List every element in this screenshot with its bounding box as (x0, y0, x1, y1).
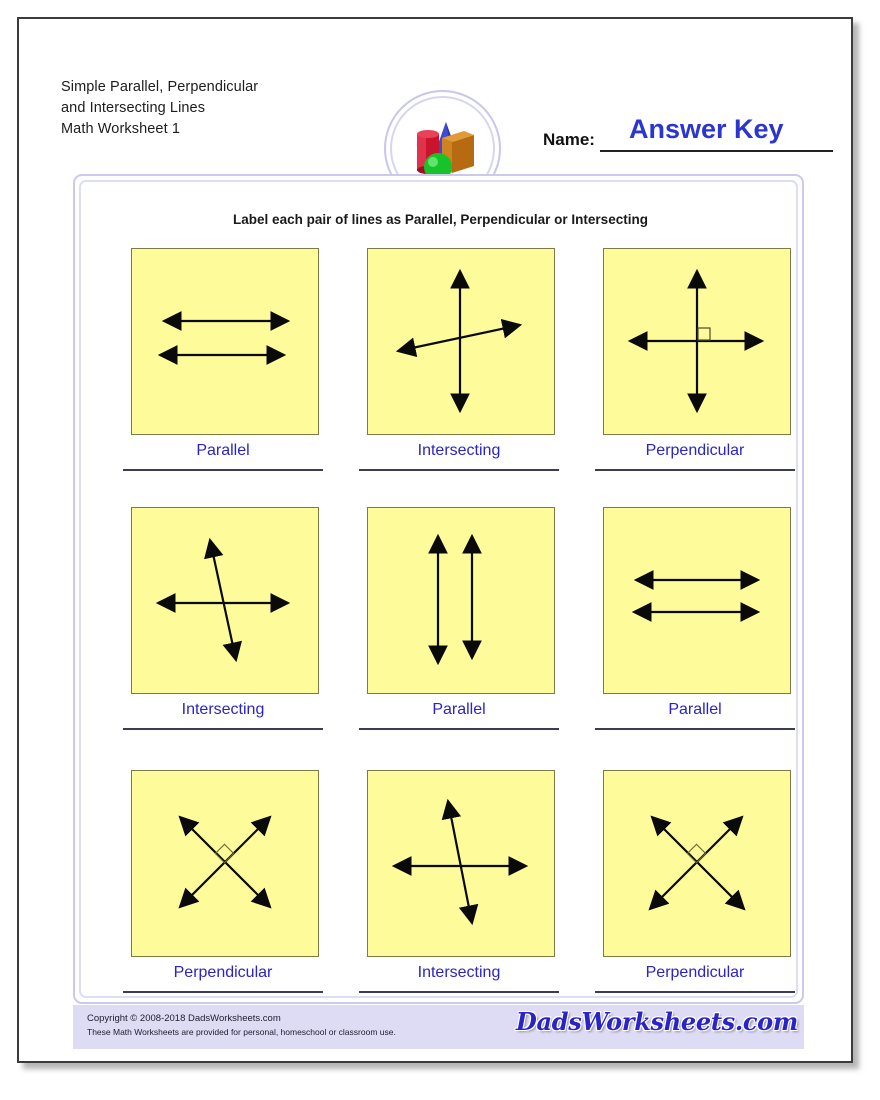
name-underline (600, 150, 833, 152)
figure-box-5 (367, 507, 555, 694)
title-line-2: and Intersecting Lines (61, 100, 206, 116)
answer-4[interactable]: Intersecting (123, 701, 323, 719)
answer-7[interactable]: Perpendicular (123, 964, 323, 982)
name-field-row: Name: Answer Key (543, 114, 833, 162)
title-line-3: Math Worksheet 1 (61, 121, 180, 137)
problem-4: Intersecting (123, 507, 323, 737)
site-logo[interactable]: DadsWorksheets.com (516, 1007, 798, 1036)
problem-7: Perpendicular (123, 770, 323, 1000)
instructions-text: Label each pair of lines as Parallel, Pe… (233, 212, 648, 227)
answer-underline-7 (123, 991, 323, 993)
right-angle-marker-9 (686, 843, 707, 864)
figure-vertical-and-shallow-diagonal-lines (395, 268, 523, 414)
answer-underline-9 (595, 991, 795, 993)
figure-box-8 (367, 770, 555, 957)
answer-underline-3 (595, 469, 795, 471)
figure-two-horizontal-parallel-lines (631, 570, 761, 622)
answer-underline-8 (359, 991, 559, 993)
right-angle-marker-3 (697, 327, 711, 341)
answer-9[interactable]: Perpendicular (595, 964, 795, 982)
worksheet-content-frame: Label each pair of lines as Parallel, Pe… (73, 174, 804, 1004)
answer-1[interactable]: Parallel (123, 442, 323, 460)
title-line-1: Simple Parallel, Perpendicular (61, 79, 259, 95)
figure-horizontal-and-steep-diagonal-lines (155, 537, 291, 663)
answer-3[interactable]: Perpendicular (595, 442, 795, 460)
answer-underline-5 (359, 728, 559, 730)
figure-box-4 (131, 507, 319, 694)
figure-box-1 (131, 248, 319, 435)
figure-diagonal-x-cross-with-right-angle (178, 815, 272, 909)
figure-box-9 (603, 770, 791, 957)
answer-underline-1 (123, 469, 323, 471)
answer-2[interactable]: Intersecting (359, 442, 559, 460)
answer-underline-2 (359, 469, 559, 471)
worksheet-page: Simple Parallel, Perpendicular and Inter… (17, 17, 853, 1063)
problem-9: Perpendicular (595, 770, 795, 1000)
figure-horizontal-and-steep-diagonal-lines (391, 798, 529, 926)
right-angle-marker-7 (214, 843, 235, 864)
worksheet-header: Simple Parallel, Perpendicular and Inter… (19, 19, 855, 207)
problem-grid: Parallel Intersecting Perpendicular Inte… (123, 248, 803, 993)
figure-vertical-and-horizontal-cross-with-right-angle (627, 268, 765, 414)
problem-3: Perpendicular (595, 248, 795, 478)
answer-underline-6 (595, 728, 795, 730)
answer-8[interactable]: Intersecting (359, 964, 559, 982)
answer-underline-4 (123, 728, 323, 730)
figure-two-horizontal-parallel-lines (157, 311, 291, 365)
name-value[interactable]: Answer Key (629, 114, 784, 145)
copyright-text: Copyright © 2008-2018 DadsWorksheets.com (87, 1013, 281, 1024)
problem-6: Parallel (595, 507, 795, 737)
figure-box-3 (603, 248, 791, 435)
problem-5: Parallel (359, 507, 559, 737)
worksheet-footer: Copyright © 2008-2018 DadsWorksheets.com… (73, 1005, 804, 1049)
figure-box-7 (131, 770, 319, 957)
problem-1: Parallel (123, 248, 323, 478)
usage-text: These Math Worksheets are provided for p… (87, 1027, 396, 1037)
figure-two-vertical-parallel-lines (428, 533, 482, 666)
figure-box-2 (367, 248, 555, 435)
figure-diagonal-x-cross-with-right-angle (648, 815, 746, 911)
page-title: Simple Parallel, Perpendicular and Inter… (61, 77, 258, 140)
figure-box-6 (603, 507, 791, 694)
problem-2: Intersecting (359, 248, 559, 478)
name-label: Name: (543, 130, 595, 149)
answer-6[interactable]: Parallel (595, 701, 795, 719)
answer-5[interactable]: Parallel (359, 701, 559, 719)
problem-8: Intersecting (359, 770, 559, 1000)
